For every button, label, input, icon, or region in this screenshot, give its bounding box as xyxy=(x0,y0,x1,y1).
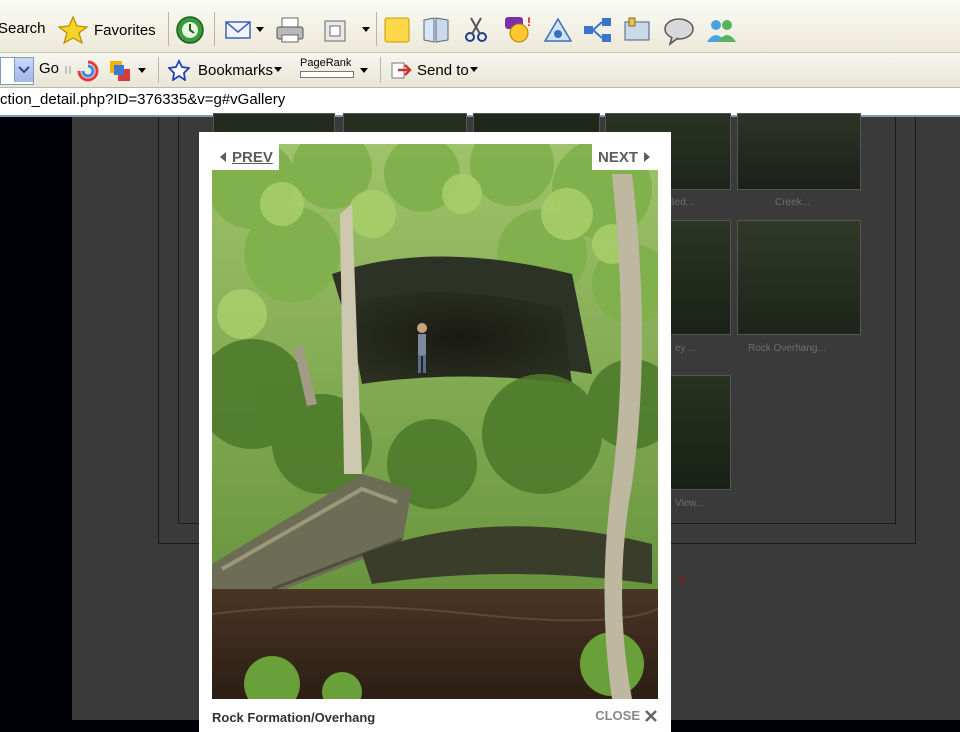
close-icon xyxy=(645,709,657,722)
print-icon[interactable] xyxy=(274,16,306,44)
swirl-icon[interactable] xyxy=(76,59,100,83)
chevron-down-icon xyxy=(18,66,30,74)
gallery-thumbnail[interactable] xyxy=(473,113,600,133)
svg-text:!: ! xyxy=(527,15,531,29)
favorites-button[interactable]: Favorites xyxy=(58,14,156,46)
prev-label: PREV xyxy=(232,148,273,166)
forest-overhang-image xyxy=(212,144,658,699)
mail-icon[interactable] xyxy=(224,16,254,44)
image-caption: Rock Formation/Overhang xyxy=(212,710,376,725)
gallery-thumbnail[interactable] xyxy=(737,220,861,335)
discuss-icon[interactable] xyxy=(662,16,696,46)
chevron-down-icon[interactable] xyxy=(137,67,147,75)
network-icon[interactable] xyxy=(582,16,614,44)
toolbar-search-field[interactable] xyxy=(0,57,34,85)
gallery-thumbnail[interactable] xyxy=(343,113,467,133)
cut-icon[interactable] xyxy=(463,16,489,44)
star-icon xyxy=(168,59,190,81)
up-arrow-icon[interactable]: ↑ xyxy=(678,571,687,591)
send-to-button[interactable]: Send to xyxy=(390,58,479,82)
standard-toolbar: Search Favorites ! xyxy=(0,0,960,53)
research-icon[interactable] xyxy=(421,16,451,44)
pagerank-indicator[interactable]: PageRank xyxy=(300,57,354,78)
prev-button[interactable]: PREV xyxy=(212,144,279,170)
chevron-left-icon xyxy=(220,152,226,162)
grip-icon xyxy=(65,66,71,74)
note-icon[interactable] xyxy=(383,16,411,44)
lightbox: PREV NEXT Rock Formation/Overhang CLOSE xyxy=(199,132,671,732)
search-button[interactable]: Search xyxy=(0,20,46,37)
toolbar-separator xyxy=(168,12,169,46)
toolbar-separator xyxy=(214,12,215,46)
send-to-label: Send to xyxy=(417,61,469,79)
toolbar-separator xyxy=(380,57,381,83)
chevron-down-icon[interactable] xyxy=(359,67,369,75)
lightbox-photo[interactable] xyxy=(212,144,658,699)
star-icon xyxy=(58,15,88,45)
gallery-thumbnail[interactable] xyxy=(213,113,335,133)
pagerank-bar xyxy=(300,71,354,78)
person-figure xyxy=(418,334,426,356)
edit-icon[interactable] xyxy=(322,18,348,44)
users-icon[interactable] xyxy=(704,16,738,44)
thumbnail-caption[interactable]: ey ... xyxy=(675,343,697,354)
chevron-down-icon xyxy=(274,67,283,72)
chevron-down-icon xyxy=(469,67,478,72)
chevron-right-icon xyxy=(644,152,650,162)
search-label: Search xyxy=(0,20,46,37)
bookmarks-label: Bookmarks xyxy=(198,61,274,79)
dropdown-button[interactable] xyxy=(14,58,33,82)
pagerank-label: PageRank xyxy=(300,57,352,69)
address-url[interactable]: ction_detail.php?ID=376335&v=g#vGallery xyxy=(0,91,285,108)
tools-icon[interactable] xyxy=(542,16,574,44)
thumbnail-caption[interactable]: Bed... xyxy=(668,197,694,208)
go-label: Go xyxy=(39,60,60,77)
close-button[interactable]: CLOSE xyxy=(595,708,658,723)
next-label: NEXT xyxy=(597,148,638,166)
google-toolbar: Go Bookmarks PageRank Send to xyxy=(0,53,960,88)
toolbar-separator xyxy=(376,12,377,46)
send-icon xyxy=(391,62,412,79)
media-icon[interactable] xyxy=(622,16,654,44)
favorites-label: Favorites xyxy=(94,21,156,39)
toolbar-separator xyxy=(158,57,159,83)
messenger-icon[interactable]: ! xyxy=(502,14,534,44)
gallery-thumbnail[interactable] xyxy=(737,113,861,190)
chevron-down-icon[interactable] xyxy=(361,26,371,34)
thumbnail-caption[interactable]: View... xyxy=(675,498,704,509)
go-button[interactable]: Go xyxy=(39,60,59,77)
history-icon[interactable] xyxy=(174,14,206,46)
next-button[interactable]: NEXT xyxy=(591,144,658,170)
chevron-down-icon[interactable] xyxy=(255,26,265,34)
close-label: CLOSE xyxy=(595,708,640,723)
thumbnail-caption[interactable]: Rock Overhang... xyxy=(748,343,826,354)
thumbnail-caption[interactable]: Creek... xyxy=(775,197,810,208)
bookmarks-button[interactable]: Bookmarks xyxy=(168,58,283,82)
popup-blocker-icon[interactable] xyxy=(108,59,132,83)
